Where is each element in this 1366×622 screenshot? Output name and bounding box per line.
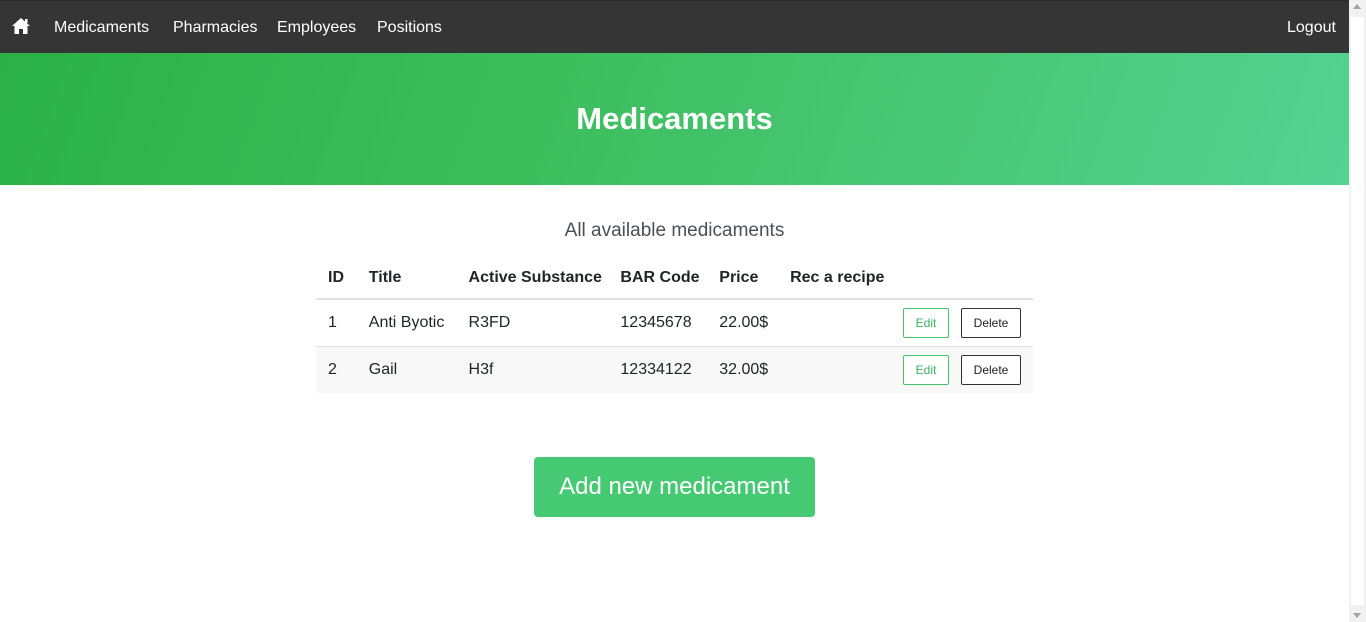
add-new-medicament-button[interactable]: Add new medicament [534,457,815,517]
cell-active-substance: R3FD [468,314,511,331]
column-header-title: Title [356,258,457,300]
scroll-up-arrow-icon[interactable] [1353,4,1361,9]
column-header-price: Price [707,258,779,300]
column-header-rec-a-recipe: Rec a recipe [778,258,891,300]
cell-id: 2 [316,346,357,393]
scrollbar-thumb[interactable] [1351,17,1364,605]
edit-button[interactable]: Edit [903,308,949,338]
table-header-row: ID Title Active Substance BAR Code Price… [316,258,1033,300]
column-header-actions [891,258,1033,300]
hero-banner: Medicaments [0,53,1349,185]
cell-actions: Edit Delete [891,299,1033,347]
table-row: 2 Gail H3f 12334122 32.00$ Edit Delete [316,346,1033,393]
vertical-scrollbar[interactable] [1349,0,1366,622]
cell-title: Anti Byotic [368,314,445,331]
nav-link-employees[interactable]: Employees [277,18,356,38]
delete-button[interactable]: Delete [961,308,1021,338]
cell-active-substance: H3f [456,346,609,393]
table-caption: All available medicaments [564,220,785,241]
scroll-down-arrow-icon[interactable] [1353,613,1361,618]
medicaments-table: ID Title Active Substance BAR Code Price… [316,258,1033,393]
cell-rec-a-recipe [778,299,891,347]
cell-bar-code: 12334122 [608,346,708,393]
page: Medicaments Pharmacies Employees Positio… [0,0,1349,622]
column-header-id: ID [316,258,357,300]
page-title: Medicaments [576,101,773,136]
medicaments-table-wrapper: ID Title Active Substance BAR Code Price… [316,258,1033,393]
nav-link-positions[interactable]: Positions [377,18,442,38]
column-header-active-substance: Active Substance [456,258,609,300]
delete-button[interactable]: Delete [961,355,1021,385]
cell-id: 1 [328,314,337,331]
edit-button[interactable]: Edit [903,355,949,385]
cell-actions: Edit Delete [891,346,1033,393]
logout-link[interactable]: Logout [1287,18,1336,38]
column-header-bar-code: BAR Code [608,258,708,300]
home-icon[interactable] [11,17,31,35]
cell-title: Gail [356,346,457,393]
cell-price: 22.00$ [719,314,769,331]
cell-rec-a-recipe [778,346,891,393]
cell-price: 32.00$ [707,346,779,393]
cell-bar-code: 12345678 [620,314,692,331]
top-navbar: Medicaments Pharmacies Employees Positio… [0,0,1349,53]
nav-link-medicaments[interactable]: Medicaments [54,18,149,38]
table-row: 1 Anti Byotic R3FD 12345678 22.00$ Edit D… [316,299,1033,347]
nav-link-pharmacies[interactable]: Pharmacies [173,18,257,38]
